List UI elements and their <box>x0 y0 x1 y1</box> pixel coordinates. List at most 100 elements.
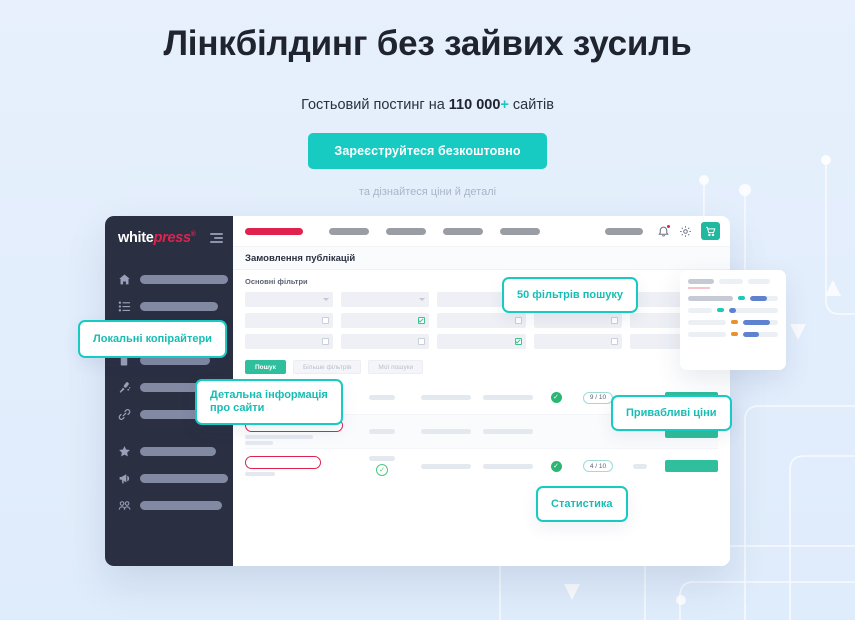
row-verified: ✓ <box>539 460 573 472</box>
page-title: Лінкбілдинг без зайвих зусиль <box>163 24 692 63</box>
stats-row-marker <box>738 296 745 300</box>
list-icon <box>118 300 131 313</box>
checkbox[interactable] <box>610 317 618 324</box>
tab-search[interactable]: Пошук <box>245 360 286 374</box>
app-topbar <box>233 216 730 247</box>
callout-search-filters: 50 фільтрів пошуку <box>502 277 639 313</box>
callout-site-details-line1: Детальна інформація <box>210 388 328 401</box>
topbar-icon-group <box>605 222 720 240</box>
topnav-pill[interactable] <box>443 227 483 235</box>
value-bar <box>483 463 533 469</box>
sidebar-item-label <box>140 447 216 456</box>
sidebar-item-label <box>140 501 222 510</box>
hero-subtitle: Гостьовий постинг на 110 000+ сайтів <box>0 64 855 113</box>
bell-icon[interactable] <box>657 223 671 238</box>
filter-checkbox[interactable] <box>245 313 334 328</box>
row-col-1 <box>349 429 415 434</box>
stats-panel-header <box>688 279 778 284</box>
link-icon <box>118 408 131 421</box>
stats-row-fill <box>743 331 759 337</box>
check-outline-icon: ✓ <box>376 464 388 476</box>
checkbox-checked[interactable] <box>514 338 522 345</box>
chevron-down-icon <box>323 298 330 301</box>
filter-checkbox[interactable] <box>341 334 430 349</box>
whitepress-logo[interactable]: whitepress® <box>118 230 196 246</box>
filter-checkbox[interactable] <box>437 334 526 349</box>
topnav-pill-active[interactable] <box>245 227 303 235</box>
row-action <box>657 460 718 472</box>
filter-checkbox[interactable] <box>533 313 622 328</box>
notification-dot <box>666 223 671 229</box>
checkbox[interactable] <box>322 317 330 324</box>
microphone-icon <box>118 381 131 394</box>
site-name-pill <box>245 456 321 469</box>
sidebar-item-users[interactable] <box>105 492 233 519</box>
checkbox[interactable] <box>610 338 618 345</box>
register-free-button[interactable]: Зареєструйтеся безкоштовно <box>308 133 547 169</box>
row-col-2 <box>415 463 477 469</box>
cart-icon[interactable] <box>701 222 720 240</box>
value-bar <box>369 395 395 400</box>
stats-header-bar <box>719 279 743 284</box>
sidebar-item-favorites[interactable] <box>105 438 233 465</box>
search-tabs: Пошук Більше фільтрів Мої пошуки <box>233 349 730 374</box>
value-bar <box>483 395 533 400</box>
callout-attractive-prices: Привабливі ціни <box>611 395 732 431</box>
row-col-2 <box>415 429 477 434</box>
order-button[interactable] <box>665 460 718 472</box>
star-icon <box>118 445 131 458</box>
checkbox[interactable] <box>514 317 522 324</box>
value-bar <box>369 456 395 461</box>
stats-row <box>688 295 778 301</box>
stats-row <box>688 331 778 337</box>
score-badge: 4 / 10 <box>582 460 614 472</box>
stats-row-label <box>688 319 726 325</box>
stats-row-track <box>743 319 778 325</box>
filter-checkbox[interactable] <box>341 313 430 328</box>
value-bar <box>483 429 533 434</box>
value-bar <box>421 429 471 434</box>
table-row[interactable]: ✓ ✓ 4 / 10 <box>245 449 718 483</box>
checkbox[interactable] <box>418 338 426 345</box>
row-col-2 <box>415 395 477 400</box>
filter-checkbox[interactable] <box>533 334 622 349</box>
filter-checkbox[interactable] <box>245 334 334 349</box>
filter-select[interactable] <box>341 292 430 307</box>
tab-my-searches[interactable]: Мої пошуки <box>368 360 424 374</box>
topnav-pill[interactable] <box>500 227 540 235</box>
site-name-sub <box>245 434 313 439</box>
stats-row <box>688 307 778 313</box>
sidebar-item-list[interactable] <box>105 293 233 320</box>
stats-row-fill <box>743 319 771 325</box>
sidebar-item-campaigns[interactable] <box>105 465 233 492</box>
row-col-3 <box>477 429 539 434</box>
stats-row-track <box>743 331 778 337</box>
row-col-1 <box>349 395 415 400</box>
gear-icon[interactable] <box>679 225 692 238</box>
stats-row <box>688 319 778 325</box>
stats-header-bar <box>688 279 714 284</box>
checkbox[interactable] <box>322 338 330 345</box>
callout-statistics: Статистика <box>536 486 628 522</box>
topnav-pill[interactable] <box>386 227 426 235</box>
tab-more-filters[interactable]: Більше фільтрів <box>292 360 362 374</box>
checkbox-checked[interactable] <box>418 317 426 324</box>
filter-checkbox[interactable] <box>437 313 526 328</box>
hero-subtitle-count: 110 000 <box>448 97 501 113</box>
hero-section: Лінкбілдинг без зайвих зусиль Гостьовий … <box>0 0 855 198</box>
topnav-pill[interactable] <box>329 227 369 235</box>
hero-note: та дізнайтеся ціни й деталі <box>358 186 497 198</box>
value-bar <box>421 395 471 400</box>
sidebar-item-label <box>140 302 218 311</box>
stats-active-underline <box>688 287 710 289</box>
site-name-sub <box>245 472 275 476</box>
sidebar-logo-row: whitepress® <box>105 220 233 256</box>
sidebar-collapse-icon[interactable] <box>210 233 223 243</box>
stats-row-fill <box>729 307 736 313</box>
hero-subtitle-post: сайтів <box>508 97 554 113</box>
row-site-name <box>245 456 349 476</box>
stats-row-marker <box>731 332 738 336</box>
account-pill[interactable] <box>605 227 643 235</box>
sidebar-item-home[interactable] <box>105 266 233 293</box>
filter-select[interactable] <box>245 292 334 307</box>
